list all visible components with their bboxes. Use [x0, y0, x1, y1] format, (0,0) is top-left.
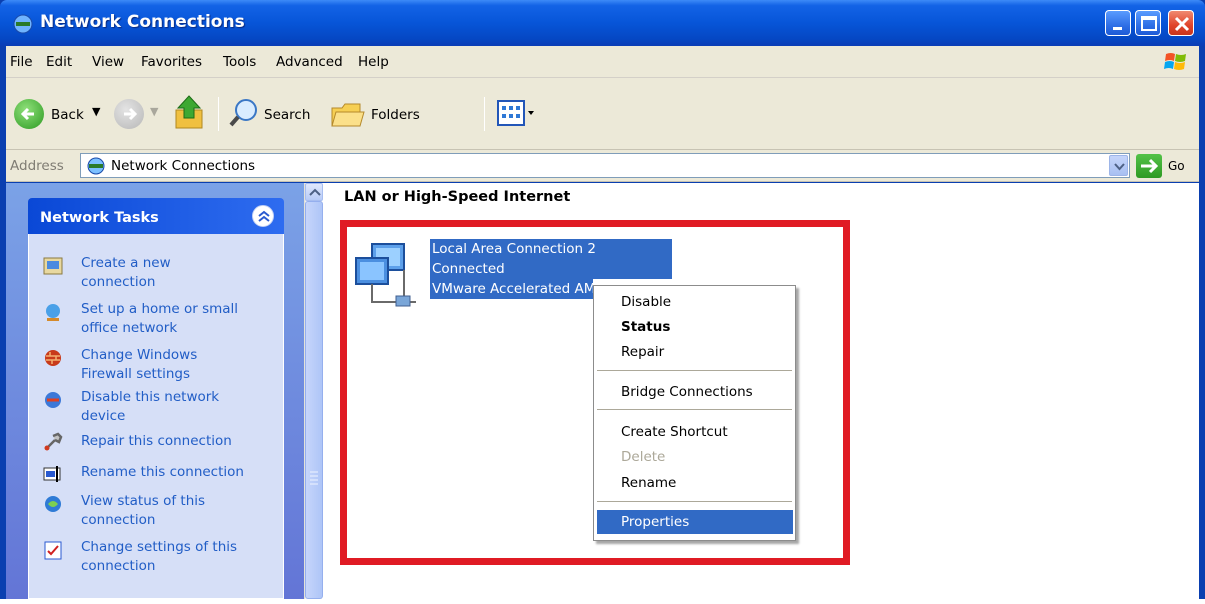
network-tasks-title: Network Tasks [40, 210, 159, 226]
views-button-icon[interactable] [496, 99, 540, 127]
address-dropdown-button[interactable] [1109, 155, 1128, 176]
connection-status: Connected [430, 259, 672, 279]
address-label: Address [10, 158, 64, 174]
chevron-up-icon [309, 188, 321, 196]
network-tasks-panel: Network Tasks Create a new connection Se… [28, 198, 284, 599]
menu-view[interactable]: View [92, 54, 124, 70]
back-dropdown-icon[interactable]: ▼ [92, 105, 100, 118]
go-label[interactable]: Go [1168, 159, 1185, 173]
home-network-icon [46, 304, 60, 321]
scroll-up-button[interactable] [305, 183, 323, 201]
task-create-new-connection[interactable]: Create a new connection [81, 254, 171, 292]
address-value: Network Connections [111, 158, 256, 174]
minimize-button[interactable] [1105, 10, 1131, 36]
go-arrow-icon [1141, 158, 1159, 174]
settings-icon [44, 541, 62, 560]
search-button-label[interactable]: Search [264, 107, 310, 123]
menu-separator [597, 501, 792, 502]
menu-separator [597, 370, 792, 371]
back-label[interactable]: Back [51, 107, 84, 123]
menu-item-rename[interactable]: Rename [621, 475, 676, 491]
menu-tools[interactable]: Tools [223, 54, 256, 70]
task-repair-connection[interactable]: Repair this connection [81, 432, 232, 451]
firewall-icon [45, 350, 61, 366]
menu-file[interactable]: File [10, 54, 33, 70]
collapse-button[interactable] [252, 205, 274, 227]
new-connection-icon [43, 257, 63, 275]
status-icon [45, 496, 61, 512]
maximize-icon [1141, 16, 1157, 31]
menu-item-properties[interactable]: Properties [621, 514, 689, 530]
standard-toolbar: Back ▼ ▼ Search Folders [6, 78, 1199, 150]
maximize-button[interactable] [1135, 10, 1161, 36]
disable-network-icon [45, 392, 61, 408]
network-connections-icon [13, 14, 33, 34]
repair-icon [44, 432, 63, 451]
menu-item-create-shortcut[interactable]: Create Shortcut [621, 424, 728, 440]
close-icon [1174, 16, 1190, 32]
folders-button-label[interactable]: Folders [371, 107, 420, 123]
windows-logo-icon [1164, 53, 1186, 70]
toolbar-separator [218, 97, 219, 131]
menu-bar: File Edit View Favorites Tools Advanced … [6, 46, 1199, 78]
menu-item-delete: Delete [621, 449, 666, 465]
scroll-thumb[interactable] [305, 201, 323, 599]
menu-item-disable[interactable]: Disable [621, 294, 671, 310]
address-bar: Address Network Connections Go [6, 150, 1199, 182]
address-input[interactable]: Network Connections [80, 153, 1130, 178]
folders-icon[interactable] [330, 98, 366, 130]
close-button[interactable] [1168, 10, 1194, 36]
forward-arrow-icon [124, 107, 138, 121]
back-button[interactable] [14, 99, 44, 129]
task-pane: Network Tasks Create a new connection Se… [6, 183, 304, 599]
lan-connection-icon[interactable] [352, 240, 424, 312]
task-home-network[interactable]: Set up a home or small office network [81, 300, 238, 338]
forward-button[interactable] [114, 99, 144, 129]
task-pane-scrollbar[interactable] [304, 183, 323, 599]
go-button[interactable] [1136, 154, 1162, 178]
menu-favorites[interactable]: Favorites [141, 54, 202, 70]
connection-name[interactable]: Local Area Connection 2 [430, 239, 672, 259]
task-firewall-settings[interactable]: Change Windows Firewall settings [81, 346, 197, 384]
rename-icon [43, 466, 61, 482]
menu-help[interactable]: Help [358, 54, 389, 70]
task-change-settings[interactable]: Change settings of this connection [81, 538, 237, 576]
connection-device: VMware Accelerated AMD PCNet [430, 279, 593, 299]
search-icon[interactable] [228, 97, 260, 129]
title-bar[interactable]: Network Connections [0, 0, 1205, 46]
toolbar-separator [484, 97, 485, 131]
forward-dropdown-icon[interactable]: ▼ [150, 105, 158, 118]
content-area: Network Tasks Create a new connection Se… [6, 183, 1199, 599]
network-tasks-header[interactable]: Network Tasks [28, 198, 284, 234]
double-chevron-up-icon [258, 210, 270, 222]
menu-item-status[interactable]: Status [621, 319, 670, 335]
task-rename-connection[interactable]: Rename this connection [81, 463, 244, 482]
chevron-down-icon [1114, 163, 1125, 171]
menu-separator [597, 409, 792, 410]
menu-edit[interactable]: Edit [46, 54, 72, 70]
menu-item-repair[interactable]: Repair [621, 344, 664, 360]
network-tasks-list: Create a new connection Set up a home or… [28, 234, 284, 599]
task-view-status[interactable]: View status of this connection [81, 492, 205, 530]
menu-item-bridge-connections[interactable]: Bridge Connections [621, 384, 753, 400]
context-menu: Disable Status Repair Bridge Connections… [593, 285, 796, 541]
network-connections-icon [87, 157, 105, 175]
window-title: Network Connections [40, 12, 245, 32]
menu-advanced[interactable]: Advanced [276, 54, 343, 70]
network-connections-window: Network Connections File Edit View Favor… [0, 0, 1205, 599]
back-arrow-icon [20, 107, 34, 121]
task-disable-device[interactable]: Disable this network device [81, 388, 219, 426]
group-header-lan: LAN or High-Speed Internet [344, 189, 571, 205]
up-folder-icon[interactable] [170, 94, 210, 132]
minimize-icon [1113, 27, 1122, 30]
grip-icon [310, 471, 318, 485]
